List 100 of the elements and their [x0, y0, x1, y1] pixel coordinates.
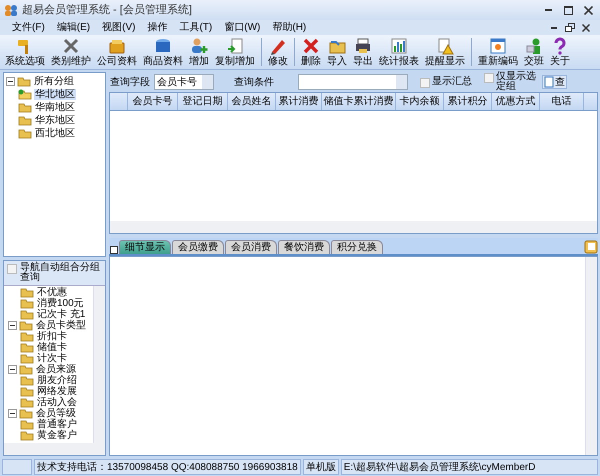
tree-item[interactable]: 华北地区 [34, 89, 76, 100]
box-icon [154, 37, 172, 55]
tree-item[interactable]: 朋友介绍 [36, 375, 78, 386]
vertical-scrollbar[interactable] [93, 286, 105, 443]
horizontal-scrollbar[interactable] [4, 443, 105, 455]
toolbar-button[interactable]: 公司资料 [94, 36, 140, 68]
menu-item[interactable]: 工具(T) [173, 22, 218, 33]
tree-item[interactable]: 普通客户 [36, 419, 78, 430]
toolbar-button[interactable]: 提醒显示 [422, 36, 468, 68]
tree-item[interactable]: 所有分组 [33, 76, 75, 87]
tree-item[interactable]: 不优惠 [36, 287, 68, 298]
tab[interactable]: 积分兑换 [331, 240, 383, 254]
tab[interactable]: 餐饮消费 [278, 240, 330, 254]
vertical-scrollbar[interactable] [585, 257, 597, 455]
toolbar-button[interactable]: 删除 [298, 36, 324, 68]
folder-icon [20, 397, 34, 408]
checkbox[interactable] [484, 73, 494, 83]
tree-item[interactable]: 西北地区 [34, 128, 76, 139]
column-header[interactable]: 会员姓名 [228, 93, 276, 110]
folder-icon [18, 102, 32, 113]
toolbar-button[interactable]: 复制增加 [212, 36, 258, 68]
tree-item[interactable]: 活动入会 [36, 397, 78, 408]
tree-item[interactable]: 会员卡类型 [35, 320, 87, 331]
expand-toggle-icon[interactable] [8, 409, 17, 418]
checkbox-label: 显示汇总 [432, 76, 472, 86]
tree-item[interactable]: 华东地区 [34, 115, 76, 126]
toolbar-button[interactable]: 关于 [547, 36, 573, 68]
column-header[interactable]: 卡内余额 [396, 93, 444, 110]
pencil-icon [269, 37, 287, 55]
toolbar-button[interactable]: 交班 [521, 36, 547, 68]
checkbox[interactable] [420, 78, 430, 88]
toolbar-button[interactable]: 类别维护 [48, 36, 94, 68]
horizontal-scrollbar[interactable] [110, 221, 597, 233]
tree-item[interactable]: 会员等级 [35, 408, 77, 419]
warning-icon [436, 37, 454, 55]
column-header[interactable]: 优惠方式 [492, 93, 540, 110]
toolbar-button[interactable]: 增加 [186, 36, 212, 68]
restore-icon [565, 23, 575, 32]
field-label: 查询字段 [110, 76, 150, 88]
search-button[interactable]: 查 [542, 75, 567, 89]
minimize-icon [544, 9, 552, 11]
checkbox-label: 导航自动组合分组查询 [20, 263, 101, 283]
tree-item[interactable]: 消费100元 [36, 298, 85, 309]
document-icon [544, 76, 554, 88]
folder-icon [19, 320, 33, 331]
column-header[interactable]: 储值卡累计消费 [322, 93, 396, 110]
menu-item[interactable]: 视图(V) [96, 22, 142, 33]
window-icon [489, 37, 507, 55]
tree-item[interactable]: 计次卡 [36, 353, 68, 364]
toolbar-button[interactable]: 导出 [350, 36, 376, 68]
toolbar-button[interactable]: 修改 [265, 36, 291, 68]
status-text: 技术支持电话：13570098458 QQ:408088750 1966903818 [34, 459, 301, 475]
column-header[interactable]: 累计消费 [276, 93, 322, 110]
folder-icon [20, 375, 34, 386]
menu-item[interactable]: 文件(F) [6, 22, 51, 33]
restore-button[interactable] [562, 20, 578, 34]
tab[interactable]: 会员消费 [225, 240, 277, 254]
menu-item[interactable]: 窗口(W) [218, 22, 266, 33]
maximize-icon [564, 6, 572, 14]
tree-item[interactable]: 华南地区 [34, 102, 76, 113]
tree-item[interactable]: 储值卡 [36, 342, 68, 353]
books-icon [108, 37, 126, 55]
condition-label: 查询条件 [234, 76, 274, 88]
folder-icon [20, 419, 34, 430]
tab[interactable]: 细节显示 [119, 240, 171, 254]
column-header[interactable]: 电话 [540, 93, 584, 110]
menu-item[interactable]: 编辑(E) [50, 22, 96, 33]
add-user-icon [190, 37, 208, 55]
column-header[interactable]: 登记日期 [178, 93, 228, 110]
expand-toggle-icon[interactable] [6, 77, 15, 86]
tab[interactable]: 会员缴费 [172, 240, 224, 254]
menu-item[interactable]: 帮助(H) [266, 22, 312, 33]
folder-icon [19, 408, 33, 419]
status-text: 单机版 [302, 459, 339, 475]
folder-icon [20, 386, 34, 397]
minimize-icon [551, 26, 557, 28]
expand-toggle-icon[interactable] [8, 365, 17, 374]
close-icon [584, 6, 592, 14]
tree-item[interactable]: 黄金客户 [36, 430, 78, 441]
menu-item[interactable]: 操作 [141, 22, 174, 33]
square-icon [110, 246, 118, 254]
status-cell [2, 459, 32, 475]
toolbar-button[interactable]: 重新编码 [475, 36, 521, 68]
toolbar-button[interactable]: 商品资料 [140, 36, 186, 68]
toolbar-button[interactable]: 系统选项 [2, 36, 48, 68]
tree-item[interactable]: 记次卡 充1 [36, 309, 86, 320]
column-header[interactable]: 累计积分 [444, 93, 492, 110]
folder-icon [20, 342, 34, 353]
toolbar-button[interactable]: 导入 [324, 36, 350, 68]
toolbar-button[interactable]: 统计报表 [376, 36, 422, 68]
tree-item[interactable]: 网络发展 [36, 386, 78, 397]
bar-chart-icon [390, 37, 408, 55]
delete-icon [302, 37, 320, 55]
tree-item[interactable]: 折扣卡 [36, 331, 68, 342]
expand-toggle-icon[interactable] [8, 321, 17, 330]
tree-item[interactable]: 会员来源 [35, 364, 77, 375]
dropdown[interactable]: 会员卡号 [154, 74, 214, 90]
column-header[interactable]: 会员卡号 [128, 93, 178, 110]
checkbox[interactable] [7, 264, 17, 274]
copy-icon [226, 37, 244, 55]
